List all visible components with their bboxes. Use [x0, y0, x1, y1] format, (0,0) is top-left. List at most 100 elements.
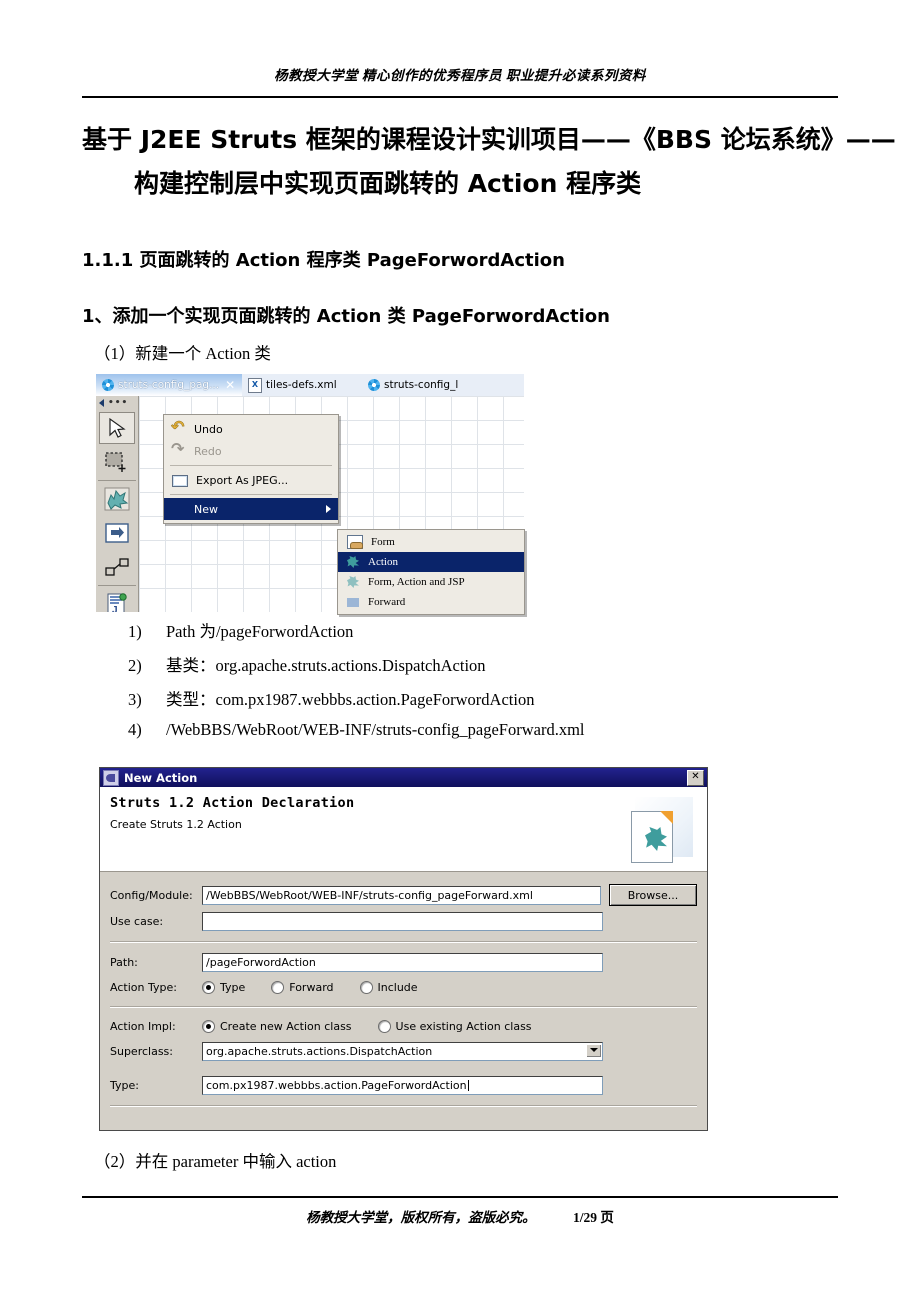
form-icon: [347, 535, 363, 549]
path-input[interactable]: /pageForwordAction: [202, 952, 603, 972]
svg-text:J: J: [112, 605, 118, 612]
superclass-select[interactable]: org.apache.struts.actions.DispatchAction: [202, 1041, 603, 1061]
dialog-title-label: New Action: [124, 770, 198, 785]
list-item: 3) 类型：com.px1987.webbbs.action.PageForwo…: [128, 686, 828, 720]
path-row: Path: /pageForwordAction: [100, 949, 707, 975]
submenu-item-forward[interactable]: Forward: [338, 592, 524, 612]
select-tool-button[interactable]: [99, 412, 135, 444]
heading-1-1-1: 1.1.1 页面跳转的 Action 程序类 PageForwordAction: [82, 250, 565, 271]
banner-heading: Struts 1.2 Action Declaration: [110, 795, 355, 811]
running-header: 杨教授大学堂 精心创作的优秀程序员 职业提升必读系列资料: [274, 68, 646, 83]
palette-divider: [98, 585, 136, 586]
config-module-label: Config/Module:: [110, 888, 193, 902]
radio-selected-icon: [202, 1019, 215, 1033]
tab-struts-config-l[interactable]: struts-config_l: [362, 374, 524, 396]
menu-item-label: Redo: [194, 444, 222, 458]
chevron-down-icon[interactable]: [586, 1043, 601, 1057]
marquee-tool-button[interactable]: [99, 446, 135, 478]
editor-tab-strip: struts-config_pag... ✕ X tiles-defs.xml …: [96, 374, 524, 397]
cursor-arrow-icon: [109, 417, 126, 438]
menu-item-undo[interactable]: Undo: [164, 417, 338, 440]
radio-action-type-type[interactable]: Type: [202, 980, 245, 994]
forward-icon: [346, 595, 360, 609]
radio-label: Forward: [289, 980, 334, 994]
list-marker: 3): [128, 690, 142, 709]
submenu-item-label: Form, Action and JSP: [368, 576, 465, 588]
tab-struts-config-pageforward[interactable]: struts-config_pag... ✕: [96, 374, 253, 396]
list-item: 2) 基类：org.apache.struts.actions.Dispatch…: [128, 652, 828, 686]
action-impl-row: Action Impl: Create new Action class Use…: [100, 1014, 707, 1038]
action-tool-button[interactable]: [99, 483, 135, 515]
list-text: Path 为/pageForwordAction: [166, 622, 354, 641]
radio-create-new-action-class[interactable]: Create new Action class: [202, 1019, 352, 1033]
document-page: 杨教授大学堂 精心创作的优秀程序员 职业提升必读系列资料 基于 J2EE Str…: [0, 0, 920, 1302]
close-icon[interactable]: ✕: [687, 769, 704, 786]
use-case-input[interactable]: [202, 911, 603, 931]
page-title: 基于 J2EE Struts 框架的课程设计实训项目——《BBS 论坛系统》——…: [82, 118, 896, 206]
running-footer: 杨教授大学堂，版权所有，盗版必究。 1/29 页: [82, 1206, 838, 1226]
xml-file-icon: X: [248, 377, 262, 393]
submenu-item-label: Form: [371, 536, 395, 548]
type-row: Type: com.px1987.webbbs.action.PageForwo…: [100, 1072, 707, 1098]
menu-item-new[interactable]: New: [164, 498, 338, 520]
action-type-row: Action Type: Type Forward Include: [100, 975, 707, 999]
superclass-label: Superclass:: [110, 1044, 173, 1058]
editor-context-menu[interactable]: Undo Redo Export As JPEG... New: [163, 414, 339, 524]
radio-unselected-icon: [271, 980, 285, 994]
menu-item-label: Export As JPEG...: [196, 473, 289, 487]
new-action-dialog-screenshot: New Action ✕ Struts 1.2 Action Declarati…: [99, 767, 708, 1131]
submenu-item-form-action-jsp[interactable]: Form, Action and JSP: [338, 572, 524, 592]
dialog-body: Config/Module: /WebBBS/WebRoot/WEB-INF/s…: [100, 872, 707, 1107]
editor-palette: ••• J: [96, 396, 139, 612]
tab-tiles-defs[interactable]: X tiles-defs.xml: [242, 374, 372, 396]
link-tool-button[interactable]: [99, 551, 135, 583]
palette-header[interactable]: •••: [96, 396, 141, 410]
submenu-item-label: Forward: [368, 596, 406, 608]
footer-copyright: 杨教授大学堂，版权所有，盗版必究。: [306, 1210, 536, 1225]
submenu-item-form[interactable]: Form: [338, 532, 524, 552]
close-icon[interactable]: ✕: [225, 378, 235, 392]
radio-action-type-include[interactable]: Include: [359, 980, 418, 994]
list-item: 1) Path 为/pageForwordAction: [128, 618, 828, 652]
list-marker: 2): [128, 656, 142, 675]
radio-use-existing-action-class[interactable]: Use existing Action class: [377, 1019, 532, 1033]
config-module-input[interactable]: /WebBBS/WebRoot/WEB-INF/struts-config_pa…: [202, 885, 601, 905]
steps-list: 1) Path 为/pageForwordAction 2) 基类：org.ap…: [128, 618, 828, 754]
menu-item-label: New: [194, 502, 218, 516]
forward-arrow-icon: [105, 523, 129, 543]
blank-icon: [172, 502, 186, 516]
list-marker: 4): [128, 720, 142, 739]
header-rule: [82, 96, 838, 98]
superclass-value: org.apache.struts.actions.DispatchAction: [206, 1044, 433, 1058]
cog-icon: [102, 379, 114, 391]
section-divider: [110, 1006, 697, 1008]
dialog-title-bar[interactable]: New Action ✕: [100, 768, 707, 787]
action-type-label: Action Type:: [110, 980, 177, 994]
type-input[interactable]: com.px1987.webbbs.action.PageForwordActi…: [202, 1075, 603, 1095]
radio-selected-icon: [202, 980, 215, 994]
palette-divider: [98, 480, 136, 481]
undo-icon: [171, 417, 186, 436]
paragraph-1: （1）新建一个 Action 类: [94, 344, 271, 363]
forward-tool-button[interactable]: [99, 517, 135, 549]
paragraph-2: （2）并在 parameter 中输入 action: [94, 1152, 337, 1171]
submenu-item-action[interactable]: Action: [338, 552, 524, 572]
radio-unselected-icon: [377, 1019, 391, 1033]
browse-button[interactable]: Browse...: [609, 884, 697, 906]
dialog-banner: Struts 1.2 Action Declaration Create Str…: [100, 787, 707, 872]
new-submenu[interactable]: Form Action Form, Action and JSP Forward: [337, 529, 525, 615]
title-line-1: 基于 J2EE Struts 框架的课程设计实训项目——《BBS 论坛系统》——: [82, 125, 896, 154]
action-puzzle-icon: [104, 487, 130, 511]
action-impl-label: Action Impl:: [110, 1019, 176, 1033]
radio-label: Use existing Action class: [395, 1019, 532, 1033]
use-case-label: Use case:: [110, 914, 164, 928]
chevron-left-icon: [99, 399, 104, 407]
application-icon: [103, 769, 119, 786]
radio-unselected-icon: [359, 980, 373, 994]
radio-action-type-forward[interactable]: Forward: [271, 980, 334, 994]
jsp-tool-button[interactable]: J: [99, 588, 135, 612]
section-divider: [110, 1105, 697, 1107]
chevron-right-icon: [326, 505, 331, 513]
menu-divider: [170, 465, 332, 466]
menu-item-export-as-jpeg[interactable]: Export As JPEG...: [164, 469, 338, 491]
